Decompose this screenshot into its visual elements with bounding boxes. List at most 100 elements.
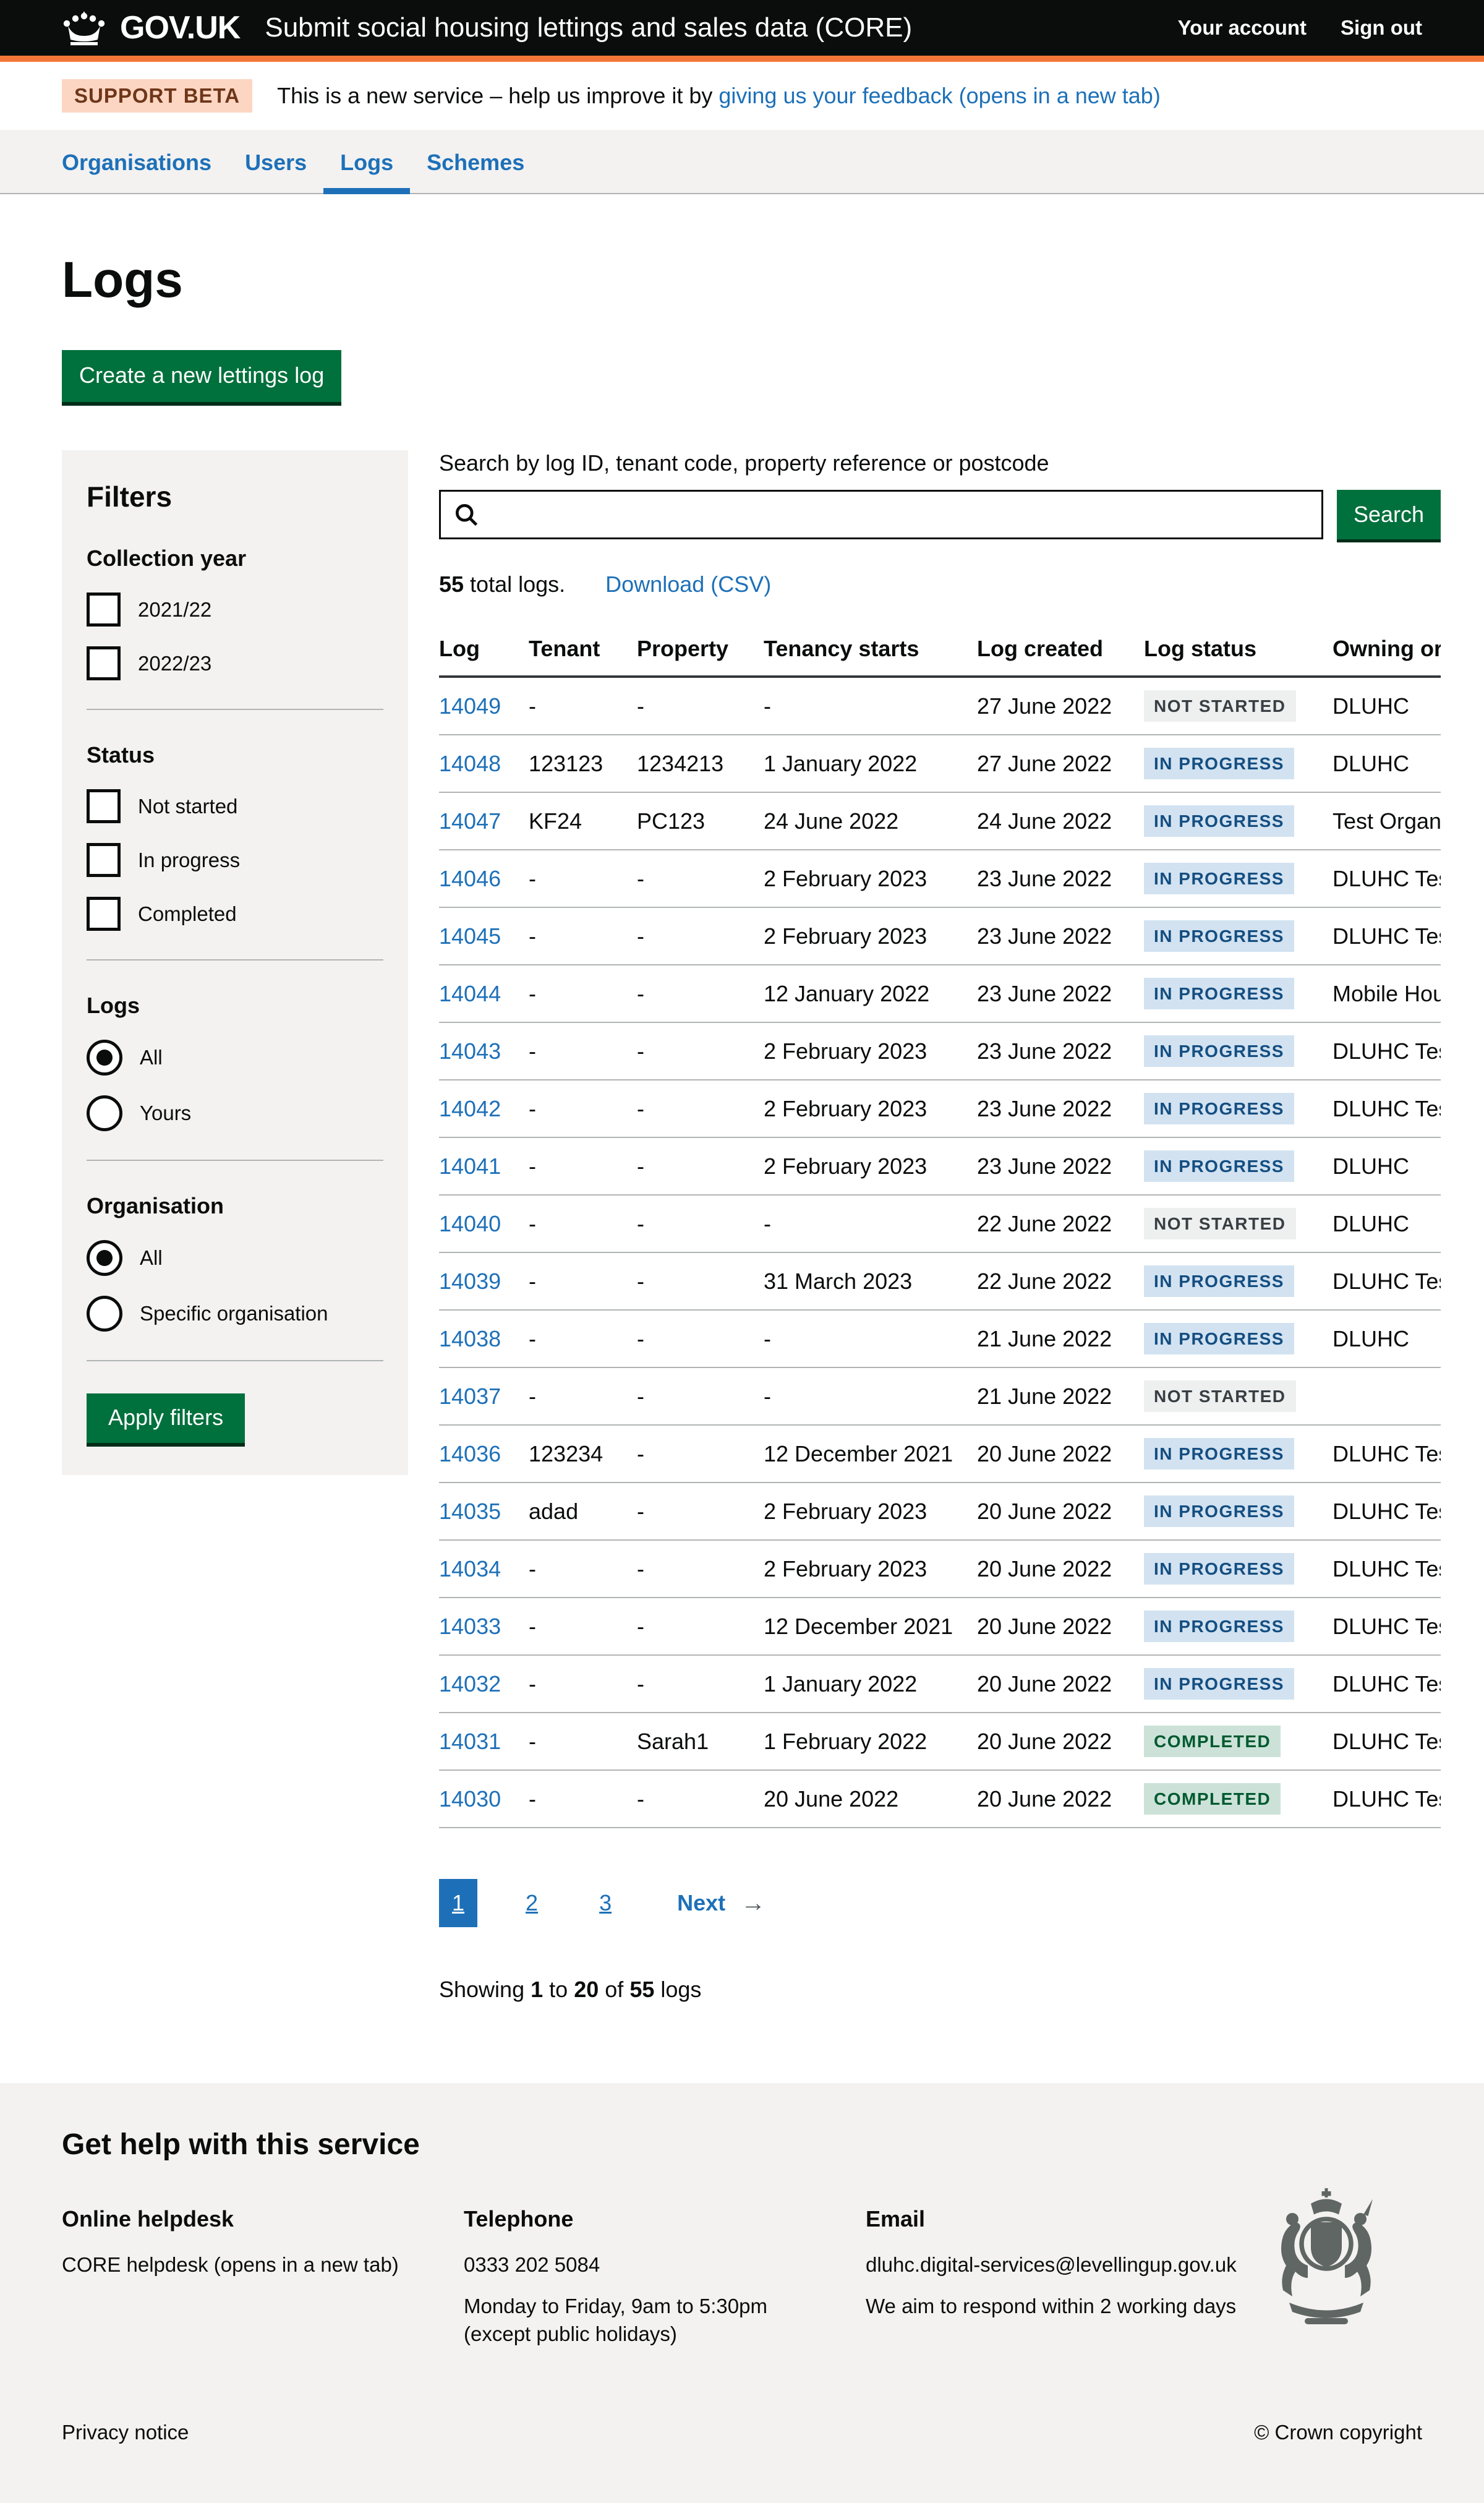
govuk-logo-text: GOV.UK (120, 9, 240, 46)
cell-property: - (637, 1671, 764, 1697)
feedback-link[interactable]: giving us your feedback (opens in a new … (719, 83, 1160, 108)
beta-tag: SUPPORT BETA (62, 79, 252, 113)
cell-owning-organisation: DLUHC Tes (1333, 1269, 1441, 1294)
log-id-link[interactable]: 14048 (439, 751, 501, 776)
header-logo-group[interactable]: GOV.UK Submit social housing lettings an… (62, 9, 1178, 46)
sign-out-link[interactable]: Sign out (1341, 16, 1422, 40)
radio-selected-icon[interactable] (87, 1040, 122, 1076)
pagination-page-2[interactable]: 2 (513, 1879, 551, 1927)
nav-tab-logs[interactable]: Logs (323, 130, 410, 193)
radio-selected-icon[interactable] (87, 1240, 122, 1276)
cell-owning-organisation: Test Organi (1333, 808, 1441, 834)
checkbox-icon[interactable] (87, 789, 121, 823)
logs-content: Search by log ID, tenant code, property … (439, 450, 1441, 2083)
log-id-link[interactable]: 14043 (439, 1038, 501, 1064)
cell-owning-organisation: DLUHC Tes (1333, 1729, 1441, 1755)
checkbox-not-started[interactable]: Not started (87, 789, 383, 823)
filter-group-organisation: OrganisationAllSpecific organisation (87, 1193, 383, 1332)
pagination-page-1[interactable]: 1 (439, 1879, 477, 1927)
service-name[interactable]: Submit social housing lettings and sales… (265, 12, 912, 43)
log-id-link[interactable]: 14031 (439, 1729, 501, 1754)
nav-tab-users[interactable]: Users (228, 130, 323, 193)
checkbox-2022-23[interactable]: 2022/23 (87, 646, 383, 680)
total-logs-text: total logs. (464, 571, 565, 597)
column-header-log-status: Log status (1144, 636, 1333, 662)
log-id-link[interactable]: 14035 (439, 1499, 501, 1524)
table-row: 14043--2 February 202323 June 2022IN PRO… (439, 1023, 1441, 1080)
radio-icon[interactable] (87, 1095, 122, 1131)
log-id-link[interactable]: 14034 (439, 1556, 501, 1581)
log-id-link[interactable]: 14032 (439, 1671, 501, 1696)
cell-log_created: 20 June 2022 (977, 1614, 1144, 1640)
results-summary: 55 total logs. Download (CSV) (439, 571, 1441, 597)
status-badge: IN PROGRESS (1144, 1553, 1294, 1585)
pagination-page-3[interactable]: 3 (586, 1879, 625, 1927)
cell-owning-organisation: DLUHC Tes (1333, 1556, 1441, 1582)
crown-copyright-link[interactable]: © Crown copyright (1254, 2421, 1422, 2444)
filter-divider (87, 709, 383, 710)
privacy-notice-link[interactable]: Privacy notice (62, 2421, 189, 2444)
filter-divider (87, 1360, 383, 1361)
cell-log_created: 23 June 2022 (977, 981, 1144, 1007)
option-label: Yours (140, 1102, 191, 1125)
log-id-link[interactable]: 14040 (439, 1211, 501, 1236)
log-id-link[interactable]: 14047 (439, 808, 501, 834)
log-id-link[interactable]: 14033 (439, 1614, 501, 1639)
showing-suffix: logs (660, 1977, 701, 2002)
log-id-link[interactable]: 14030 (439, 1786, 501, 1812)
nav-tab-schemes[interactable]: Schemes (410, 130, 541, 193)
cell-tenant: - (529, 1153, 637, 1179)
status-badge: IN PROGRESS (1144, 805, 1294, 837)
radio-all[interactable]: All (87, 1040, 383, 1076)
cell-log_created: 20 June 2022 (977, 1441, 1144, 1467)
radio-icon[interactable] (87, 1296, 122, 1332)
showing-summary: Showing 1 to 20 of 55 logs (439, 1977, 1441, 2083)
table-row: 14032--1 January 202220 June 2022IN PROG… (439, 1656, 1441, 1713)
showing-of-word: of (605, 1977, 623, 2002)
email-link[interactable]: dluhc.digital-services@levellingup.gov.u… (866, 2253, 1237, 2276)
option-label: All (140, 1246, 163, 1270)
nav-tab-organisations[interactable]: Organisations (45, 130, 228, 193)
cell-owning-organisation: DLUHC (1333, 751, 1441, 777)
log-id-link[interactable]: 14039 (439, 1269, 501, 1294)
cell-owning-organisation: DLUHC Tes (1333, 1671, 1441, 1697)
core-helpdesk-link[interactable]: CORE helpdesk (opens in a new tab) (62, 2253, 399, 2276)
filter-group-label: Logs (87, 993, 383, 1019)
pagination-next-link[interactable]: Next (677, 1890, 725, 1916)
log-id-link[interactable]: 14042 (439, 1096, 501, 1121)
log-id-link[interactable]: 14045 (439, 923, 501, 949)
column-header-log-created: Log created (977, 636, 1144, 662)
download-csv-link[interactable]: Download (CSV) (605, 571, 771, 597)
apply-filters-button[interactable]: Apply filters (87, 1393, 245, 1443)
search-input[interactable] (439, 490, 1323, 539)
create-lettings-log-button[interactable]: Create a new lettings log (62, 350, 341, 402)
log-id-link[interactable]: 14036 (439, 1441, 501, 1466)
log-id-link[interactable]: 14038 (439, 1326, 501, 1351)
checkbox-icon[interactable] (87, 646, 121, 680)
filter-divider (87, 959, 383, 961)
status-badge: COMPLETED (1144, 1783, 1281, 1815)
checkbox-completed[interactable]: Completed (87, 897, 383, 931)
checkbox-icon[interactable] (87, 897, 121, 931)
column-header-tenancy-starts: Tenancy starts (764, 636, 977, 662)
radio-specific-organisation[interactable]: Specific organisation (87, 1296, 383, 1332)
filter-group-collection-year: Collection year2021/222022/23 (87, 546, 383, 680)
log-id-link[interactable]: 14046 (439, 866, 501, 891)
search-button[interactable]: Search (1337, 490, 1441, 539)
log-id-link[interactable]: 14041 (439, 1153, 501, 1179)
log-id-link[interactable]: 14049 (439, 693, 501, 719)
table-row: 14049---27 June 2022NOT STARTEDDLUHC (439, 678, 1441, 735)
checkbox-2021-22[interactable]: 2021/22 (87, 593, 383, 627)
log-id-link[interactable]: 14037 (439, 1384, 501, 1409)
checkbox-in-progress[interactable]: In progress (87, 843, 383, 877)
telephone-number: 0333 202 5084 (464, 2253, 866, 2277)
cell-log_created: 20 June 2022 (977, 1729, 1144, 1755)
your-account-link[interactable]: Your account (1178, 16, 1307, 40)
checkbox-icon[interactable] (87, 593, 121, 627)
radio-yours[interactable]: Yours (87, 1095, 383, 1131)
radio-all[interactable]: All (87, 1240, 383, 1276)
cell-property: - (637, 866, 764, 892)
cell-tenant: 123123 (529, 751, 637, 777)
checkbox-icon[interactable] (87, 843, 121, 877)
log-id-link[interactable]: 14044 (439, 981, 501, 1006)
